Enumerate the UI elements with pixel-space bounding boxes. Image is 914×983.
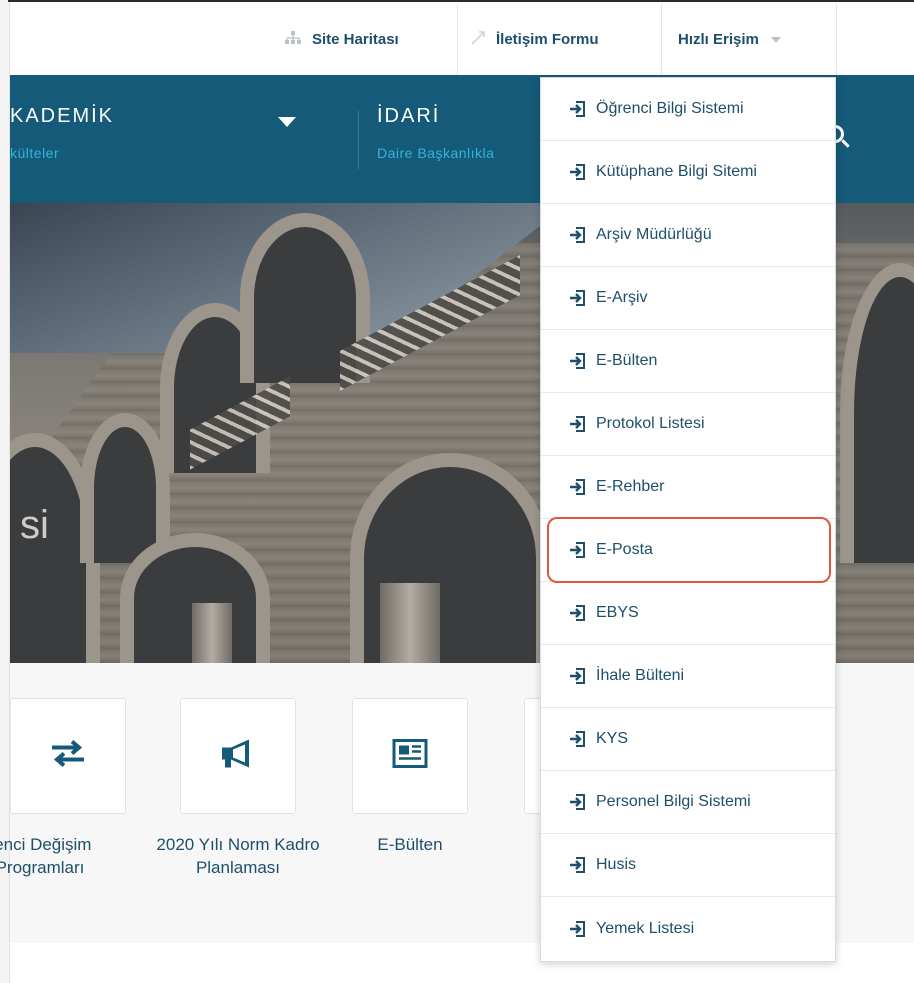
topbar-divider: [661, 4, 662, 75]
quick-access-label: Hızlı Erişim: [678, 31, 759, 48]
nav-academic-subtitle[interactable]: külteler: [10, 145, 59, 161]
dropdown-item-label: E-Arşiv: [596, 289, 648, 306]
dropdown-item-e-bulten[interactable]: E-Bülten: [541, 330, 835, 393]
chevron-down-icon: [770, 36, 781, 43]
dropdown-item-arsiv-mudurlugu[interactable]: Arşiv Müdürlüğü: [541, 204, 835, 267]
topbar-divider: [836, 4, 837, 75]
sign-in-icon: [570, 479, 585, 495]
quick-link-label[interactable]: renci Değişim Programları: [0, 833, 130, 879]
arch-graphic: [80, 413, 170, 563]
sign-in-icon: [570, 290, 585, 306]
sign-in-icon: [570, 416, 585, 432]
megaphone-icon: [219, 738, 257, 775]
dropdown-item-label: Yemek Listesi: [596, 919, 695, 937]
quick-link-tile[interactable]: [352, 698, 468, 814]
sign-in-icon: [570, 731, 585, 747]
dropdown-item-husis[interactable]: Husis: [541, 834, 835, 897]
dropdown-item-label: Husis: [596, 856, 637, 873]
column-graphic: [380, 583, 440, 663]
column-graphic: [192, 603, 232, 663]
dropdown-item-ihale-bulteni[interactable]: İhale Bülteni: [541, 645, 835, 708]
nav-divider: [358, 111, 359, 169]
dropdown-item-kutuphane-bilgi-sitemi[interactable]: Kütüphane Bilgi Sitemi: [541, 141, 835, 204]
dropdown-item-label: E-Rehber: [596, 478, 665, 495]
quick-link-tile[interactable]: [10, 698, 126, 814]
dropdown-item-label: Öğrenci Bilgi Sistemi: [596, 100, 744, 117]
dropdown-item-ogrenci-bilgi-sistemi[interactable]: Öğrenci Bilgi Sistemi: [541, 78, 835, 141]
sitemap-icon: [284, 31, 302, 48]
dropdown-item-label: Protokol Listesi: [596, 415, 705, 432]
quick-access-toggle[interactable]: Hızlı Erişim: [678, 4, 781, 75]
sign-in-icon: [570, 857, 585, 873]
dropdown-item-kys[interactable]: KYS: [541, 708, 835, 771]
topbar-divider: [457, 4, 458, 75]
dropdown-item-e-arsiv[interactable]: E-Arşiv: [541, 267, 835, 330]
quick-link-label[interactable]: E-Bülten: [320, 833, 500, 856]
sign-in-icon: [570, 605, 585, 621]
dropdown-item-label: Kütüphane Bilgi Sitemi: [596, 163, 757, 180]
site-map-label: Site Haritası: [312, 31, 399, 48]
dropdown-item-personel-bilgi-sistemi[interactable]: Personel Bilgi Sistemi: [541, 771, 835, 834]
top-utility-bar: Site Haritası İletişim Formu Hızlı Erişi…: [10, 2, 914, 75]
sign-in-icon: [570, 794, 585, 810]
sign-in-icon: [570, 668, 585, 684]
dropdown-item-protokol-listesi[interactable]: Protokol Listesi: [541, 393, 835, 456]
contact-form-link[interactable]: İletişim Formu: [470, 4, 599, 75]
dropdown-item-label: Personel Bilgi Sistemi: [596, 793, 751, 810]
expand-arrow-icon: [470, 30, 486, 49]
dropdown-item-label: Arşiv Müdürlüğü: [596, 226, 712, 243]
nav-academic-title[interactable]: KADEMİK: [10, 105, 114, 128]
dropdown-item-yemek-listesi[interactable]: Yemek Listesi: [541, 897, 835, 960]
sign-in-icon: [570, 101, 585, 117]
site-map-link[interactable]: Site Haritası: [284, 4, 399, 75]
dropdown-item-label: E-Bülten: [596, 352, 658, 369]
hero-title: si: [20, 503, 49, 547]
dropdown-item-label: İhale Bülteni: [596, 667, 685, 684]
nav-admin-title[interactable]: İDARİ: [377, 105, 440, 128]
dropdown-item-label: EBYS: [596, 604, 639, 621]
quick-link-label[interactable]: 2020 Yılı Norm Kadro Planlaması: [148, 833, 328, 879]
dropdown-item-e-rehber[interactable]: E-Rehber: [541, 456, 835, 519]
dropdown-item-ebys[interactable]: EBYS: [541, 582, 835, 645]
quick-link-tile[interactable]: [180, 698, 296, 814]
exchange-arrows-icon: [48, 739, 88, 774]
sign-in-icon: [570, 920, 585, 937]
nav-admin-subtitle[interactable]: Daire Başkanlıkla: [377, 145, 494, 161]
sign-in-icon: [570, 353, 585, 369]
e-posta-highlight-outline: [547, 517, 831, 583]
sign-in-icon: [570, 227, 585, 243]
dropdown-item-label: KYS: [596, 730, 629, 747]
sign-in-icon: [570, 164, 585, 180]
contact-form-label: İletişim Formu: [496, 31, 599, 48]
newspaper-icon: [392, 739, 428, 774]
chevron-down-icon[interactable]: [278, 117, 296, 127]
